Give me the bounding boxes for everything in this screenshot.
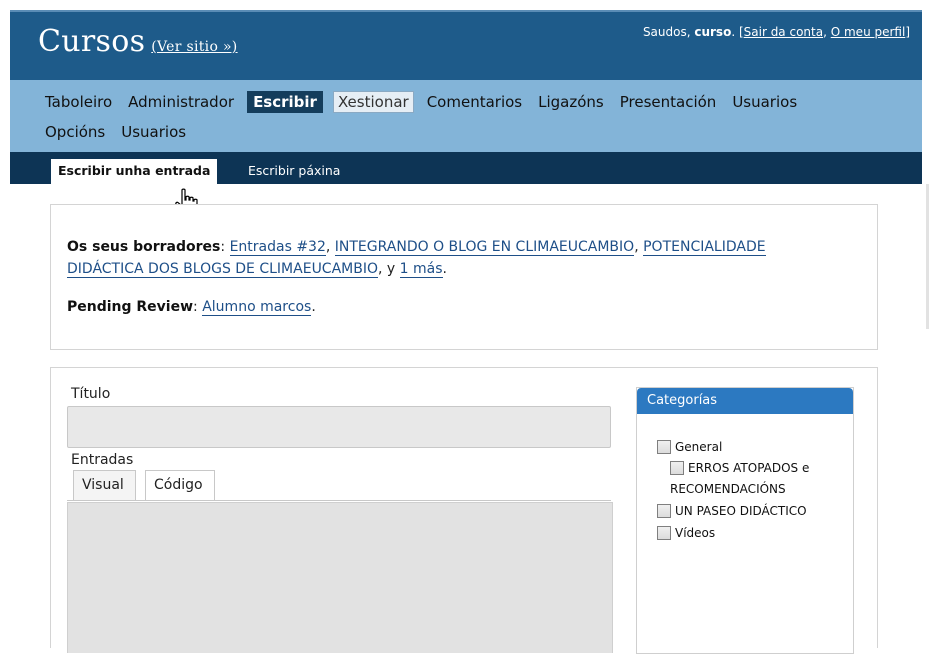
logout-link[interactable]: Sair da conta bbox=[744, 25, 823, 39]
drafts-line: Os seus borradores: Entradas #32, INTEGR… bbox=[67, 239, 766, 278]
nav-dashboard[interactable]: Taboleiro bbox=[42, 92, 115, 112]
checkbox-icon[interactable] bbox=[657, 526, 671, 540]
admin-header: Cursos (Ver sitio ») Saudos, curso. [Sair… bbox=[10, 10, 922, 80]
category-erros[interactable]: ERROS ATOPADOS e bbox=[670, 461, 809, 475]
draft-link-entries-32[interactable]: Entradas #32 bbox=[229, 239, 326, 256]
tab-code[interactable]: Código bbox=[145, 470, 215, 500]
nav-manage[interactable]: Xestionar bbox=[332, 91, 414, 113]
categories-title[interactable]: Categorías bbox=[637, 388, 853, 414]
categories-box: Categorías General ERROS ATOPADOS e RECO… bbox=[636, 387, 854, 654]
pending-line: Pending Review: Alumno marcos. bbox=[67, 296, 316, 318]
draft-link-more[interactable]: 1 más bbox=[399, 261, 443, 278]
draft-link-integrando[interactable]: INTEGRANDO O BLOG EN CLIMAEUCAMBIO bbox=[334, 239, 635, 256]
site-title-text: Cursos bbox=[38, 24, 146, 59]
category-label: UN PASEO DIDÁCTICO bbox=[675, 504, 807, 518]
nav-users[interactable]: Usuarios bbox=[729, 92, 800, 112]
drafts-and: , y bbox=[378, 261, 400, 277]
tab-visual[interactable]: Visual bbox=[73, 470, 136, 500]
user-info-sep: ] bbox=[905, 25, 910, 39]
drafts-label: Os seus borradores bbox=[67, 239, 221, 255]
vertical-scrollbar[interactable] bbox=[926, 0, 932, 637]
content-editor[interactable] bbox=[67, 502, 613, 653]
nav-comments[interactable]: Comentarios bbox=[424, 92, 525, 112]
main-nav-row-2: Opcións Usuarios bbox=[42, 122, 189, 142]
main-nav-row-1: Taboleiro Administrador Escribir Xestion… bbox=[42, 91, 800, 113]
user-info: Saudos, curso. [Sair da conta, O meu per… bbox=[643, 25, 910, 39]
category-label: General bbox=[675, 440, 723, 454]
nav-presentation[interactable]: Presentación bbox=[617, 92, 720, 112]
greeting-text: Saudos, bbox=[642, 25, 695, 39]
nav-users-2[interactable]: Usuarios bbox=[118, 122, 189, 142]
category-erros-cont: RECOMENDACIÓNS bbox=[670, 482, 786, 496]
title-input[interactable] bbox=[67, 406, 611, 448]
category-label: RECOMENDACIÓNS bbox=[670, 482, 786, 496]
pending-label: Pending Review bbox=[67, 299, 194, 315]
category-label: Vídeos bbox=[675, 526, 716, 540]
drafts-end: . bbox=[442, 261, 447, 277]
checkbox-icon[interactable] bbox=[657, 504, 671, 518]
checkbox-icon[interactable] bbox=[657, 440, 671, 454]
post-editor-box: Título Entradas Visual Código Categorías… bbox=[50, 367, 878, 654]
category-paseo[interactable]: UN PASEO DIDÁCTICO bbox=[657, 504, 807, 518]
username: curso bbox=[694, 25, 732, 39]
nav-administrator[interactable]: Administrador bbox=[125, 92, 237, 112]
user-info-sep: , bbox=[823, 25, 831, 39]
nav-write[interactable]: Escribir bbox=[247, 91, 323, 113]
drafts-box: Os seus borradores: Entradas #32, INTEGR… bbox=[50, 204, 878, 350]
pending-colon: : bbox=[193, 299, 203, 315]
visit-site-link[interactable]: (Ver sitio ») bbox=[151, 39, 237, 55]
profile-link[interactable]: O meu perfil bbox=[831, 25, 906, 39]
subtab-write-page[interactable]: Escribir páxina bbox=[241, 159, 347, 184]
category-videos[interactable]: Vídeos bbox=[657, 526, 715, 540]
site-title: Cursos (Ver sitio ») bbox=[38, 24, 238, 59]
title-label: Título bbox=[71, 386, 111, 402]
draft-link-potencialidade-cont[interactable]: DIDÁCTICA DOS BLOGS DE CLIMAEUCAMBIO bbox=[67, 261, 378, 278]
editor-tab-line bbox=[67, 500, 611, 501]
content-label: Entradas bbox=[71, 452, 134, 468]
category-label: ERROS ATOPADOS e bbox=[688, 461, 810, 475]
category-general[interactable]: General bbox=[657, 440, 722, 454]
sub-nav: Escribir unha entrada Escribir páxina bbox=[10, 152, 922, 184]
main-nav: Taboleiro Administrador Escribir Xestion… bbox=[10, 80, 922, 152]
header-top-edge bbox=[10, 10, 922, 12]
nav-links[interactable]: Ligazóns bbox=[535, 92, 607, 112]
pending-end: . bbox=[311, 299, 316, 315]
checkbox-icon[interactable] bbox=[670, 461, 684, 475]
pending-link[interactable]: Alumno marcos bbox=[202, 299, 312, 316]
subtab-write-post[interactable]: Escribir unha entrada bbox=[51, 159, 218, 184]
user-info-sep: . [ bbox=[731, 25, 744, 39]
drafts-colon: : bbox=[220, 239, 230, 255]
scrollbar-thumb[interactable] bbox=[926, 184, 929, 329]
nav-options[interactable]: Opcións bbox=[42, 122, 108, 142]
draft-link-potencialidade[interactable]: POTENCIALIDADE bbox=[643, 239, 766, 256]
